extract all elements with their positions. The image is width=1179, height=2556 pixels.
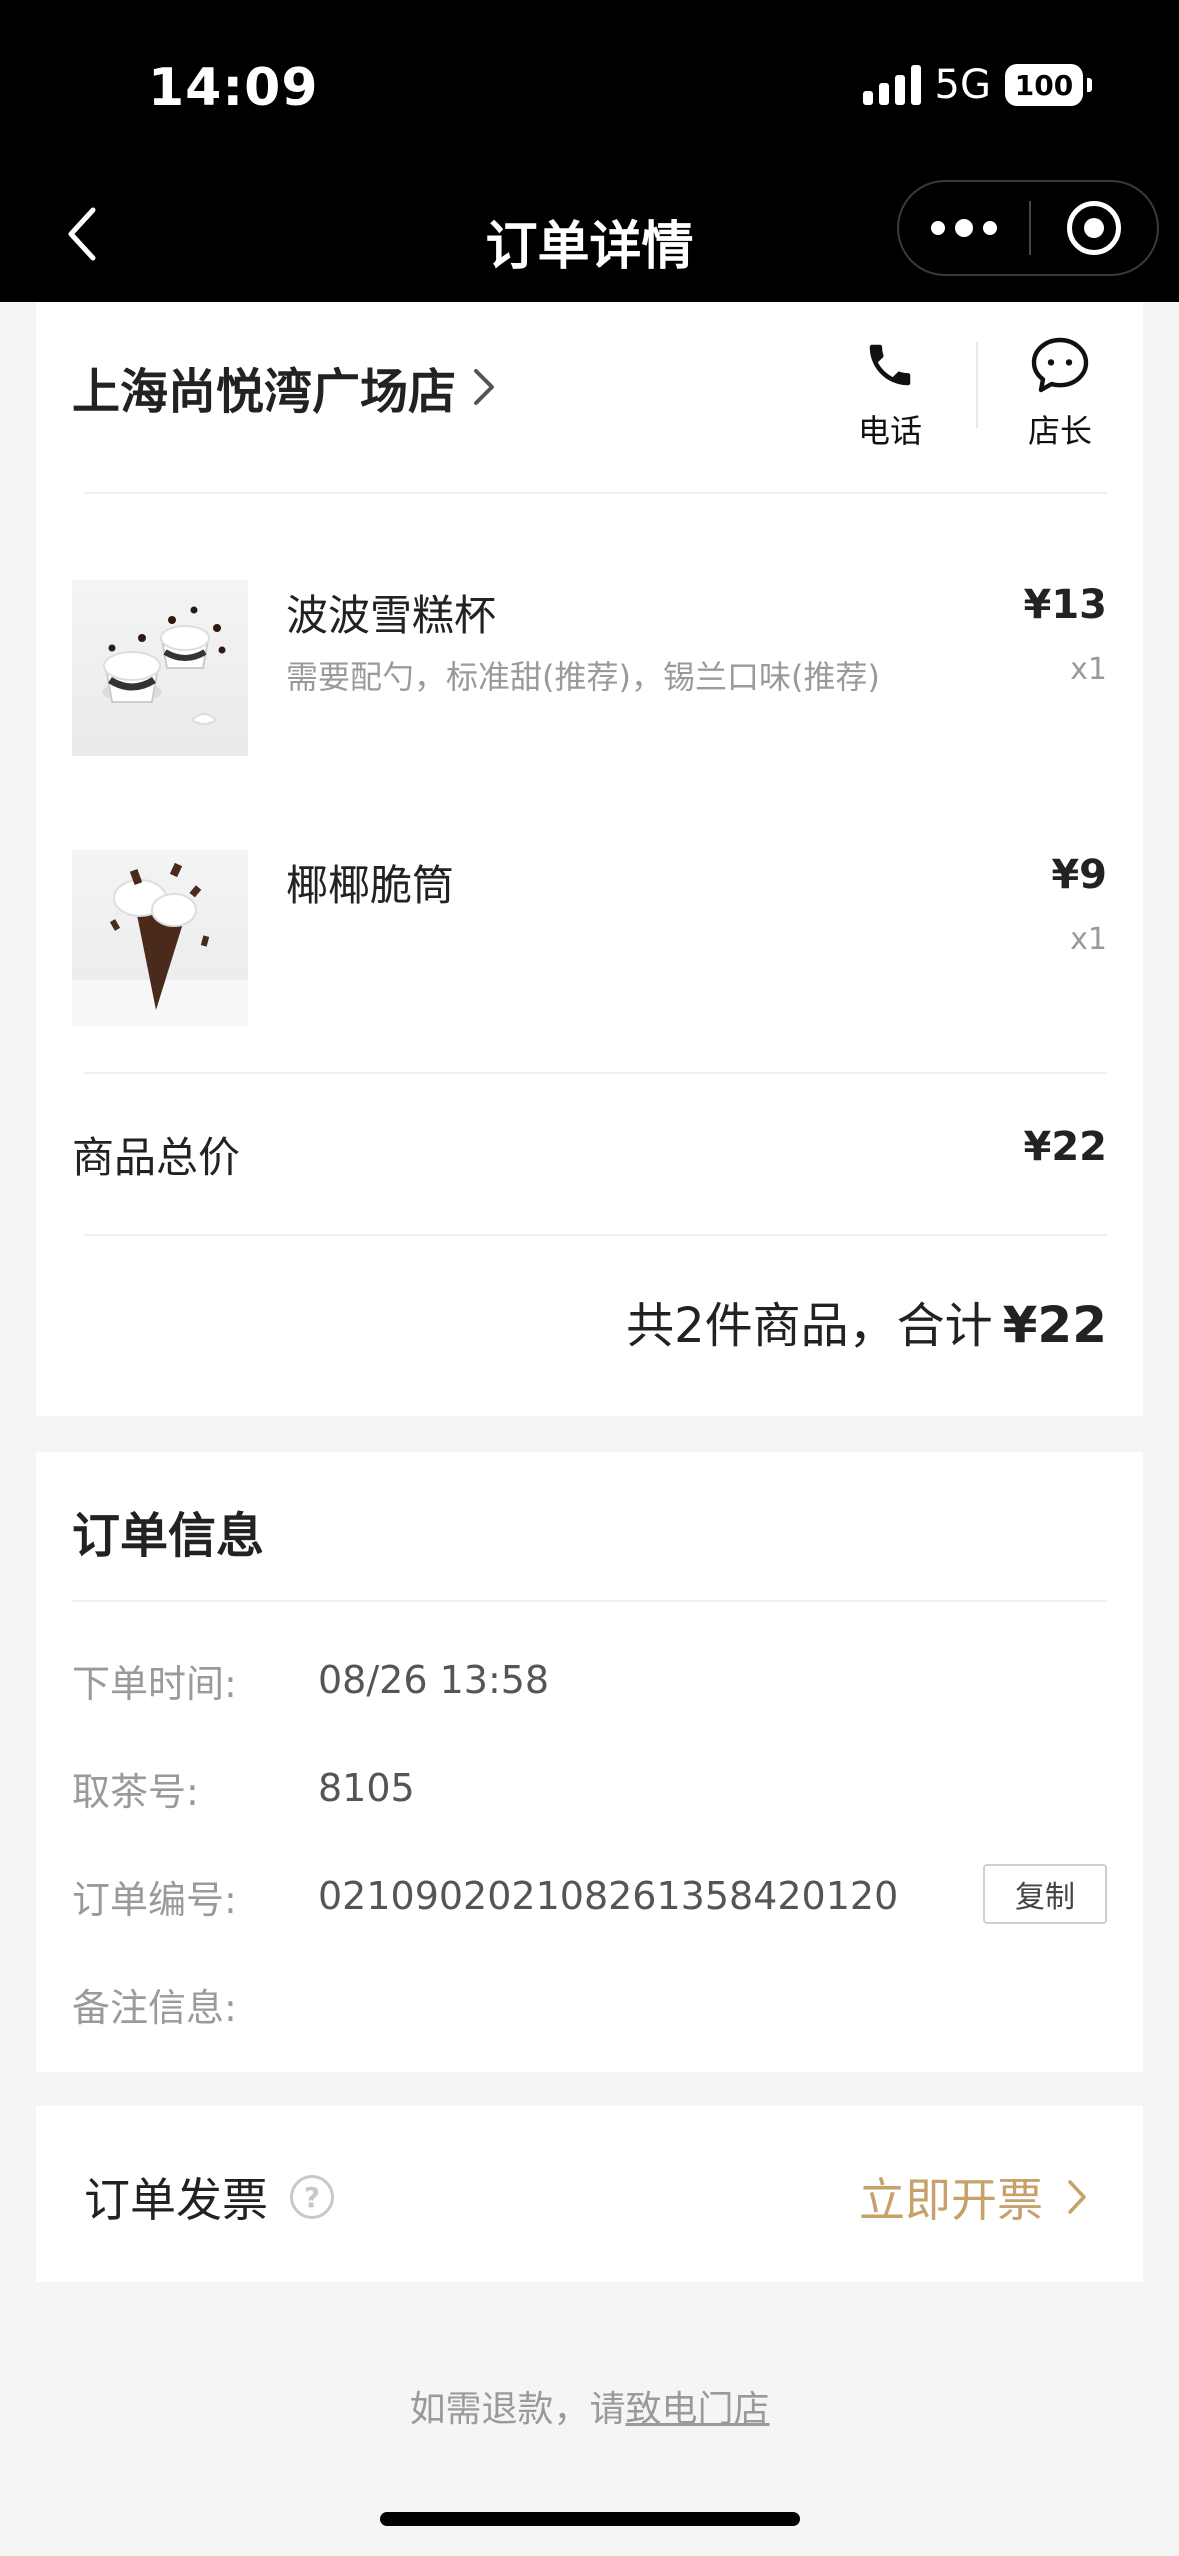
- refund-note-text: 如需退款，请: [409, 2389, 626, 2430]
- nav-bar: 订单详情: [0, 170, 1179, 302]
- issue-invoice-button[interactable]: 立即开票: [859, 2164, 1087, 2230]
- product-image-icecream-cup: [72, 580, 248, 756]
- status-bar: 14:09 5G 100: [0, 0, 1179, 170]
- manager-label: 店长: [1027, 412, 1092, 450]
- info-label: 下单时间:: [72, 1661, 237, 1706]
- info-row-order-time: 下单时间: 08/26 13:58: [72, 1650, 1107, 1710]
- item-name: 波波雪糕杯: [286, 591, 497, 640]
- subtotal-value: ¥22: [1023, 1124, 1108, 1170]
- contact-manager-button[interactable]: 店长: [1000, 330, 1120, 452]
- product-image-cone: [72, 850, 248, 1026]
- order-items-card: 上海尚悦湾广场店 电话 店长 波波雪糕杯 需要配勺，标准甜(推荐)，锡兰口味(推…: [36, 302, 1143, 1416]
- divider: [84, 1072, 1107, 1074]
- phone-label: 电话: [857, 412, 922, 450]
- battery-icon: 100: [1005, 64, 1092, 106]
- help-icon[interactable]: ?: [290, 2175, 334, 2219]
- info-row-order-number: 订单编号: 021090202108261358420120 复制: [72, 1864, 1107, 1926]
- battery-level: 100: [1014, 68, 1074, 102]
- info-value: 021090202108261358420120: [318, 1874, 899, 1918]
- invoice-label-group: 订单发票 ?: [84, 2164, 334, 2230]
- item-quantity: x1: [1070, 652, 1107, 687]
- total-amount: ¥22: [1002, 1296, 1107, 1354]
- close-miniprogram-button[interactable]: [1031, 182, 1157, 274]
- item-price: ¥13: [1023, 582, 1108, 628]
- status-indicators: 5G 100: [862, 62, 1092, 108]
- chat-bubble-icon: [1031, 337, 1089, 393]
- info-value: 8105: [318, 1766, 415, 1810]
- store-link[interactable]: 上海尚悦湾广场店: [72, 352, 496, 422]
- item-spec: 需要配勺，标准甜(推荐)，锡兰口味(推荐): [286, 658, 880, 696]
- signal-icon: [862, 65, 921, 105]
- divider: [72, 1600, 1107, 1602]
- chevron-right-icon: [1068, 2180, 1086, 2214]
- call-store-link[interactable]: 致电门店: [626, 2389, 770, 2430]
- info-row-remarks: 备注信息:: [72, 1974, 1107, 2034]
- more-icon: [931, 221, 945, 235]
- network-type: 5G: [934, 62, 991, 108]
- chevron-right-icon: [474, 369, 495, 405]
- store-name: 上海尚悦湾广场店: [72, 364, 457, 420]
- item-name: 椰椰脆筒: [286, 861, 455, 910]
- miniprogram-capsule: [897, 180, 1159, 276]
- divider: [84, 1234, 1107, 1236]
- phone-icon: [869, 344, 911, 386]
- contact-divider: [976, 342, 978, 428]
- info-row-pickup-number: 取茶号: 8105: [72, 1758, 1107, 1818]
- info-value: 08/26 13:58: [318, 1658, 550, 1702]
- order-info-card: 订单信息 下单时间: 08/26 13:58 取茶号: 8105 订单编号: 0…: [36, 1452, 1143, 2072]
- copy-button[interactable]: 复制: [983, 1864, 1107, 1924]
- target-icon: [1067, 201, 1121, 255]
- item-price: ¥9: [1051, 852, 1107, 898]
- call-store-button[interactable]: 电话: [830, 330, 950, 452]
- info-label: 取茶号:: [72, 1769, 199, 1814]
- order-item: 椰椰脆筒 ¥9 x1: [72, 850, 1107, 1026]
- order-info-title: 订单信息: [72, 1508, 265, 1564]
- item-quantity: x1: [1070, 922, 1107, 957]
- status-time: 14:09: [148, 58, 319, 118]
- invoice-card: 订单发票 ? 立即开票: [36, 2106, 1143, 2282]
- home-indicator: [380, 2512, 800, 2526]
- total-prefix: 共2件商品，合计: [626, 1298, 993, 1354]
- subtotal-label: 商品总价: [72, 1133, 241, 1182]
- more-button[interactable]: [899, 182, 1029, 274]
- divider: [84, 492, 1107, 494]
- invoice-label: 订单发票: [84, 2173, 268, 2227]
- order-total: 共2件商品，合计 ¥22: [626, 1286, 1107, 1356]
- info-label: 备注信息:: [72, 1985, 237, 2030]
- info-label: 订单编号:: [72, 1877, 237, 1922]
- order-item: 波波雪糕杯 需要配勺，标准甜(推荐)，锡兰口味(推荐) ¥13 x1: [72, 580, 1107, 756]
- issue-invoice-label: 立即开票: [859, 2173, 1043, 2227]
- refund-note: 如需退款，请致电门店: [0, 2380, 1179, 2432]
